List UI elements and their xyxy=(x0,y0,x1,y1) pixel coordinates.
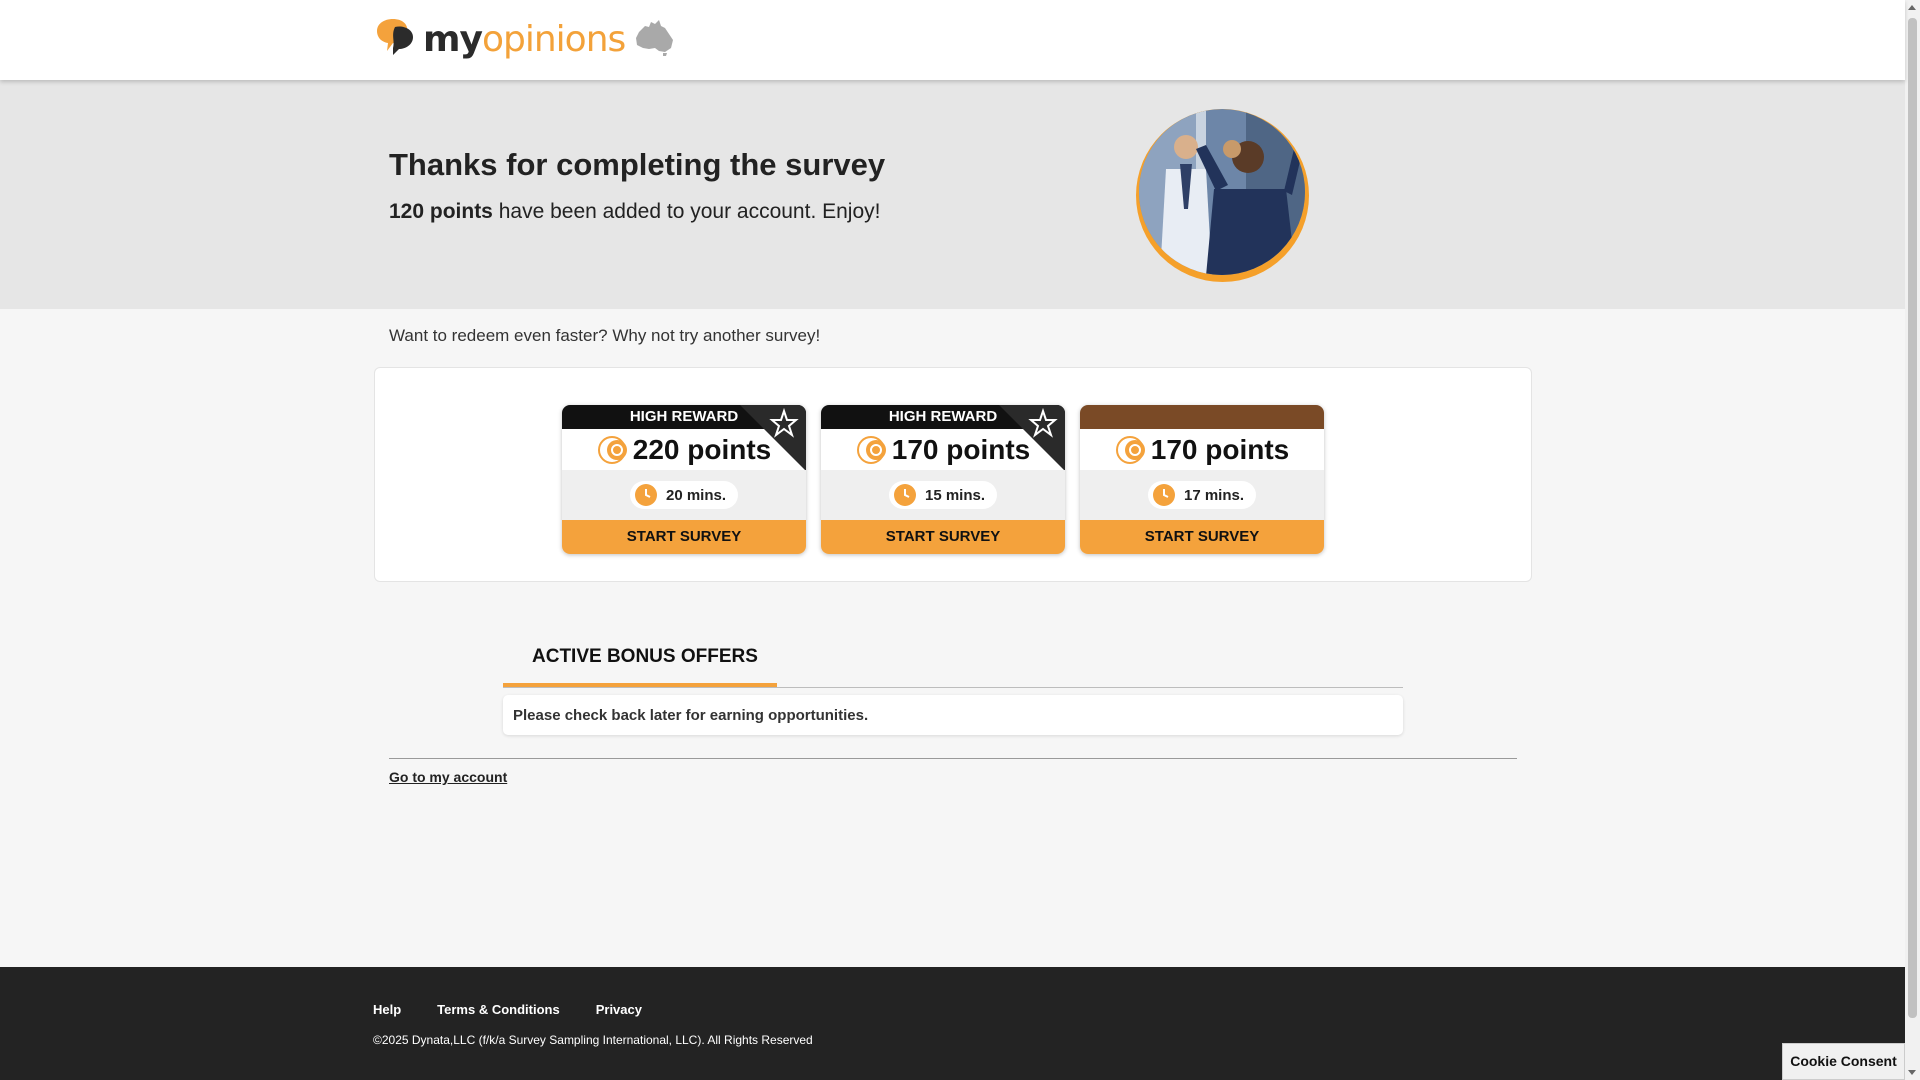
survey-duration-row: 17 mins. xyxy=(1080,470,1324,520)
clock-icon xyxy=(893,484,916,506)
footer-link-terms[interactable]: Terms & Conditions xyxy=(437,1002,560,1017)
survey-offers-panel: HIGH REWARD 220 points 20 mins. START SU… xyxy=(374,367,1532,582)
redeem-prompt: Want to redeem even faster? Why not try … xyxy=(389,326,821,345)
survey-duration: 17 mins. xyxy=(1147,481,1257,509)
go-to-account-link[interactable]: Go to my account xyxy=(389,769,507,785)
section-divider xyxy=(389,758,1517,759)
points-added-amount: 120 points xyxy=(389,200,493,223)
survey-card-band xyxy=(1080,405,1324,429)
survey-points-value: 170 points xyxy=(1150,433,1290,465)
survey-points: 220 points xyxy=(562,429,806,470)
logo-text-my: my xyxy=(423,18,483,60)
celebration-photo xyxy=(1136,109,1309,282)
speech-bubble-logo-icon xyxy=(373,17,417,62)
survey-points-value: 220 points xyxy=(632,433,772,465)
tab-divider xyxy=(503,687,1403,688)
footer-link-help[interactable]: Help xyxy=(373,1002,401,1017)
bonus-offers-message: Please check back later for earning oppo… xyxy=(503,695,1403,735)
scrollbar-thumb[interactable] xyxy=(1908,18,1917,1018)
survey-points: 170 points xyxy=(1080,429,1324,470)
survey-card[interactable]: HIGH REWARD 220 points 20 mins. START SU… xyxy=(562,405,806,554)
page-title: Thanks for completing the survey xyxy=(389,147,886,182)
page-scrollbar[interactable] xyxy=(1905,0,1920,1080)
survey-duration-row: 15 mins. xyxy=(821,470,1065,520)
points-added-message: 120 points have been added to your accou… xyxy=(389,200,880,224)
logo-text-opinions: opinions xyxy=(481,18,626,60)
coin-icon xyxy=(856,435,886,464)
survey-duration-value: 17 mins. xyxy=(1183,486,1245,504)
site-footer: Help Terms & Conditions Privacy ©2025 Dy… xyxy=(0,967,1905,1080)
survey-duration-row: 20 mins. xyxy=(562,470,806,520)
survey-duration: 15 mins. xyxy=(888,481,998,509)
footer-links: Help Terms & Conditions Privacy xyxy=(373,1002,642,1017)
coin-icon xyxy=(597,435,627,464)
hero-banner: Thanks for completing the survey 120 poi… xyxy=(0,80,1905,309)
copyright-text: ©2025 Dynata,LLC (f/k/a Survey Sampling … xyxy=(373,1033,813,1047)
start-survey-button[interactable]: START SURVEY xyxy=(1080,520,1324,554)
survey-duration-value: 20 mins. xyxy=(665,486,727,504)
survey-duration-value: 15 mins. xyxy=(924,486,986,504)
coin-icon xyxy=(1115,435,1145,464)
clock-icon xyxy=(1152,484,1175,506)
scroll-up-arrow-icon[interactable] xyxy=(1908,5,1916,10)
site-header: my opinions xyxy=(0,0,1905,80)
start-survey-button[interactable]: START SURVEY xyxy=(821,520,1065,554)
tab-active-bonus-offers[interactable]: ACTIVE BONUS OFFERS xyxy=(503,630,777,687)
points-added-text: have been added to your account. Enjoy! xyxy=(492,200,881,223)
survey-card[interactable]: 170 points 17 mins. START SURVEY xyxy=(1080,405,1324,554)
survey-card[interactable]: HIGH REWARD 170 points 15 mins. START SU… xyxy=(821,405,1065,554)
start-survey-button[interactable]: START SURVEY xyxy=(562,520,806,554)
survey-duration: 20 mins. xyxy=(629,481,739,509)
survey-points-value: 170 points xyxy=(891,433,1031,465)
australia-map-icon xyxy=(633,18,675,61)
footer-link-privacy[interactable]: Privacy xyxy=(596,1002,642,1017)
clock-icon xyxy=(634,484,657,506)
scroll-down-arrow-icon[interactable] xyxy=(1908,1070,1916,1075)
myopinions-logo[interactable]: my opinions xyxy=(373,18,675,60)
cookie-consent-button[interactable]: Cookie Consent xyxy=(1782,1043,1905,1080)
survey-points: 170 points xyxy=(821,429,1065,470)
